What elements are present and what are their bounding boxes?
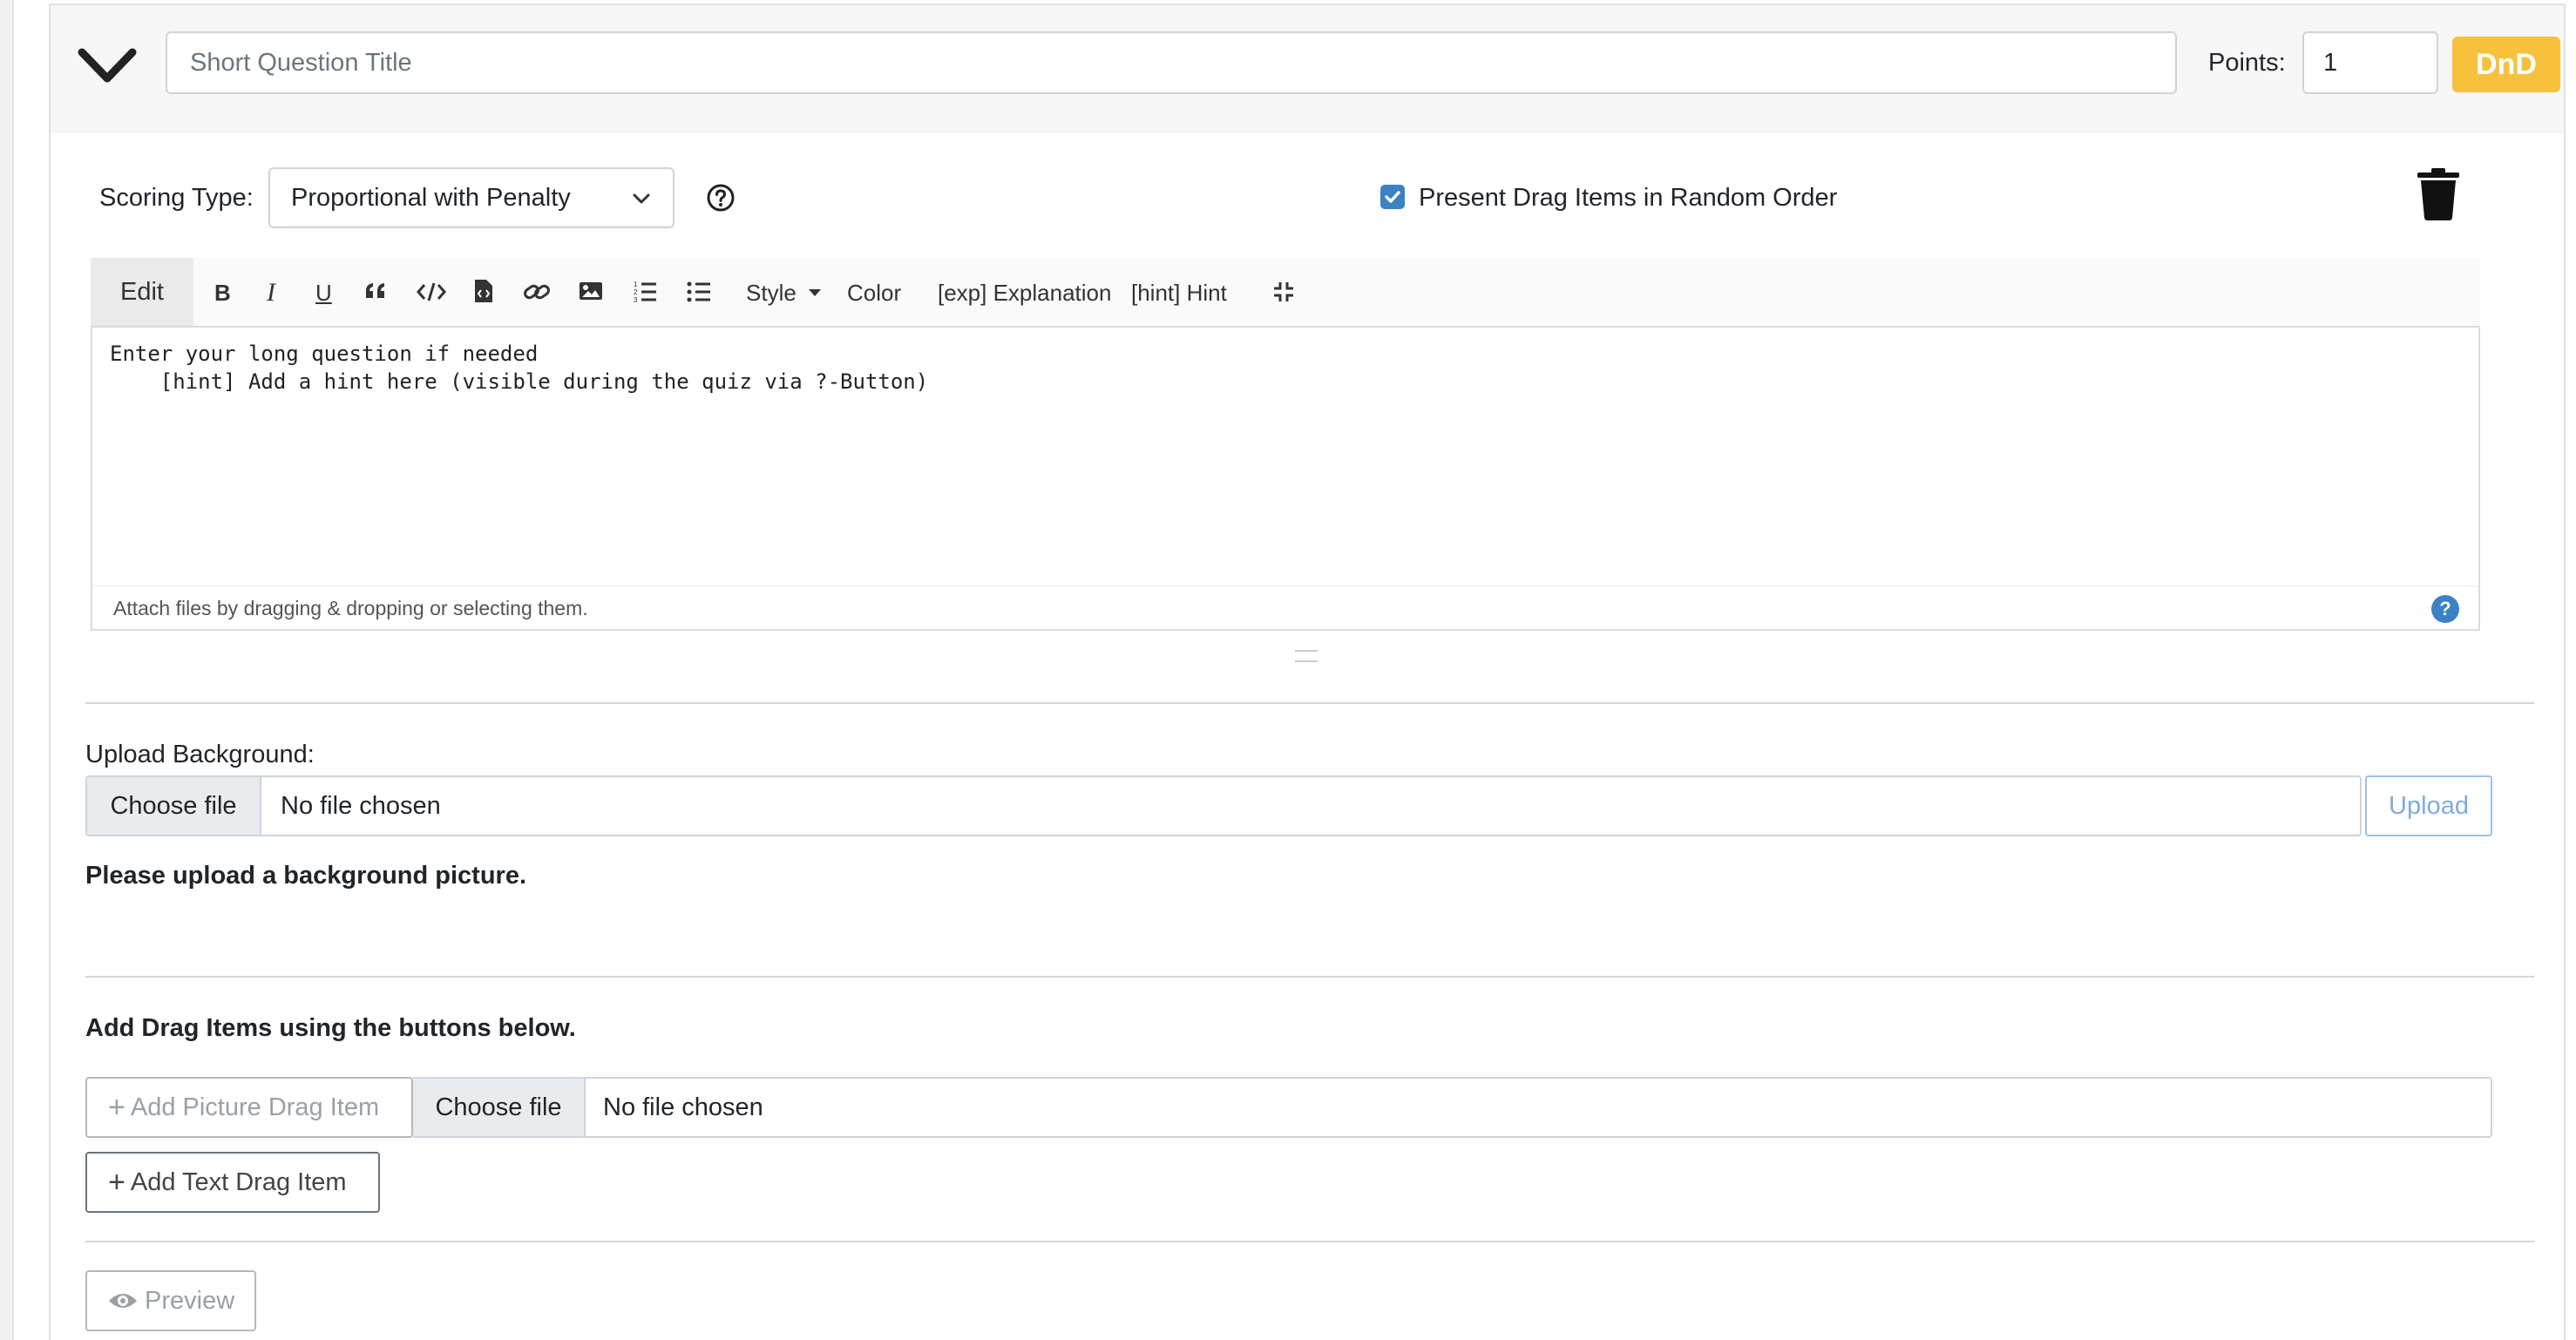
file-status: No file chosen <box>281 792 441 820</box>
divider <box>85 702 2534 704</box>
svg-text:2: 2 <box>634 288 638 296</box>
divider <box>85 976 2534 978</box>
points-label: Points: <box>2208 49 2286 77</box>
add-picture-drag-item-label: Add Picture Drag Item <box>130 1093 380 1121</box>
preview-label: Preview <box>145 1287 235 1315</box>
add-text-drag-item-button[interactable]: + Add Text Drag Item <box>85 1152 380 1213</box>
chevron-down-icon[interactable] <box>77 40 138 91</box>
question-text-editor[interactable]: Enter your long question if needed [hint… <box>91 326 2480 587</box>
divider <box>85 1241 2534 1242</box>
style-dropdown[interactable]: Style <box>746 277 822 308</box>
points-input[interactable]: 1 <box>2302 31 2438 94</box>
question-circle-icon[interactable] <box>706 183 736 213</box>
trash-icon[interactable] <box>2416 167 2461 221</box>
upload-background-label: Upload Background: <box>85 741 315 768</box>
drag-items-message: Add Drag Items using the buttons below. <box>85 1014 576 1042</box>
eye-icon <box>109 1294 137 1308</box>
tab-edit[interactable]: Edit <box>91 258 193 328</box>
plus-icon: + <box>108 1166 125 1199</box>
underline-button[interactable]: U <box>315 277 332 308</box>
scoring-type-label: Scoring Type: <box>99 184 254 212</box>
hint-button[interactable]: [hint] Hint <box>1131 277 1227 308</box>
ordered-list-icon[interactable]: 123 <box>633 279 657 303</box>
bold-button[interactable]: B <box>214 277 231 308</box>
unordered-list-icon[interactable] <box>687 279 711 303</box>
help-icon[interactable]: ? <box>2431 595 2459 623</box>
choose-file-button[interactable]: Choose file <box>87 777 261 835</box>
choose-file-button[interactable]: Choose file <box>413 1079 586 1136</box>
scoring-type-select[interactable]: Proportional with Penalty <box>268 167 675 228</box>
background-file-input[interactable]: Choose file No file chosen <box>85 775 2362 836</box>
add-picture-drag-item-button[interactable]: + Add Picture Drag Item <box>85 1077 413 1138</box>
color-button[interactable]: Color <box>847 277 901 308</box>
add-text-drag-item-label: Add Text Drag Item <box>130 1168 347 1196</box>
random-order-checkbox[interactable] <box>1380 185 1405 209</box>
question-header: Short Question Title Points: 1 DnD <box>51 5 2564 132</box>
caret-down-icon <box>809 289 822 296</box>
file-status: No file chosen <box>603 1093 763 1121</box>
upload-button[interactable]: Upload <box>2365 775 2492 836</box>
style-dropdown-label: Style <box>746 280 797 306</box>
code-icon[interactable] <box>417 281 446 303</box>
plus-icon: + <box>108 1091 125 1124</box>
editor-line: Enter your long question if needed <box>110 342 539 366</box>
link-icon[interactable] <box>523 281 551 303</box>
svg-text:3: 3 <box>634 296 638 303</box>
left-gutter <box>0 0 14 1340</box>
check-icon <box>1385 191 1400 203</box>
question-type-badge: DnD <box>2452 37 2560 92</box>
svg-text:1: 1 <box>634 281 638 288</box>
drag-item-file-input[interactable]: Choose file No file chosen <box>413 1077 2492 1138</box>
italic-button[interactable]: I <box>267 277 275 308</box>
chevron-down-icon <box>633 193 650 204</box>
editor-toolbar: Edit B I U 123 Style Color [exp] Explana… <box>91 258 2480 328</box>
quote-icon[interactable] <box>364 281 387 301</box>
editor-line: [hint] Add a hint here (visible during t… <box>110 369 929 394</box>
file-code-icon[interactable] <box>474 279 493 303</box>
resize-handle[interactable] <box>1295 650 1318 662</box>
attach-files-bar[interactable]: Attach files by dragging & dropping or s… <box>91 585 2480 631</box>
compress-icon[interactable] <box>1272 281 1295 303</box>
image-icon[interactable] <box>579 281 603 301</box>
upload-background-message: Please upload a background picture. <box>85 862 527 890</box>
explanation-button[interactable]: [exp] Explanation <box>938 277 1111 308</box>
attach-files-text: Attach files by dragging & dropping or s… <box>113 597 588 619</box>
question-card: Short Question Title Points: 1 DnD Scori… <box>49 3 2566 1340</box>
question-title-input[interactable]: Short Question Title <box>166 31 2177 94</box>
scoring-type-value: Proportional with Penalty <box>291 184 571 212</box>
random-order-label: Present Drag Items in Random Order <box>1419 184 1838 212</box>
preview-button[interactable]: Preview <box>85 1270 256 1331</box>
